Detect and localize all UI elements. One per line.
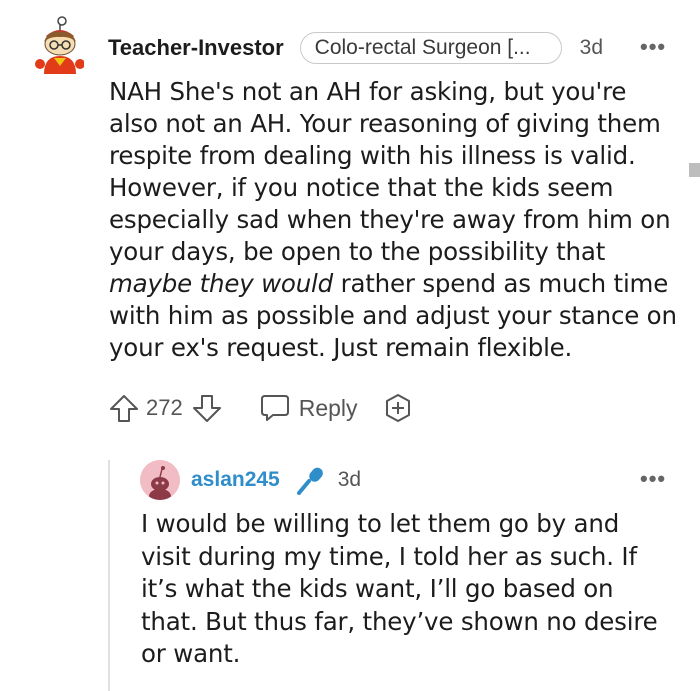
user-flair: Colo-rectal Surgeon [... [299,32,562,64]
comment-text: NAH She's not an AH for asking, but you'… [109,77,671,266]
more-options-button[interactable]: ••• [640,34,666,60]
comment-header: aslan245 3d [191,463,361,497]
upvote-icon[interactable] [108,392,140,424]
downvote-icon[interactable] [191,392,223,424]
microphone-icon [294,464,326,496]
thread-line[interactable] [108,460,110,691]
award-button[interactable] [382,392,414,424]
vote-score: 272 [146,395,183,420]
snoo-avatar-icon [35,16,85,74]
reply-bubble-icon [259,393,291,423]
reply-button[interactable]: Reply [259,393,358,423]
timestamp: 3d [579,36,604,59]
username[interactable]: aslan245 [191,468,280,492]
username[interactable]: Teacher-Investor [108,35,284,61]
scroll-indicator [689,163,700,177]
comment-actions: 272 Reply [108,388,414,428]
comment-body: I would be willing to let them go by and… [141,509,658,668]
user-avatar[interactable] [140,460,180,500]
award-plus-icon [385,394,410,422]
timestamp: 3d [337,468,362,491]
snoo-avatar-icon [140,460,180,500]
comment-body: NAH She's not an AH for asking, but you'… [109,76,679,364]
more-options-button[interactable]: ••• [640,466,666,492]
user-avatar[interactable] [34,16,85,78]
comment-text-italic: maybe they would [109,269,333,298]
comment-header: Teacher-Investor Colo-rectal Surgeon [..… [108,30,603,66]
reply-label: Reply [298,394,358,421]
